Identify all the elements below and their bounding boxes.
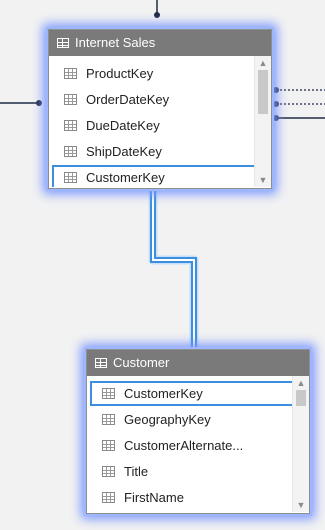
field-label: CustomerKey [86,169,165,185]
top-connector-dot [154,12,160,18]
field-label: ProductKey [86,65,154,81]
relationship-line-outer [150,190,197,348]
field-label: GeographyKey [124,411,211,427]
field-row-selected[interactable]: CustomerKey [49,164,271,187]
relationship-line-glow [148,190,199,348]
right-connector-dot-1 [273,87,279,93]
right-connector-dot-2 [273,101,279,107]
column-icon [102,465,115,477]
table-icon [57,38,69,48]
table-internet-sales-scrollbar[interactable]: ▲ ▼ [254,56,271,187]
field-label: Title [124,463,149,479]
column-icon [102,413,115,425]
field-row[interactable]: DueDateKey [49,112,271,138]
table-internet-sales[interactable]: Internet Sales ProductKey OrderDateKey D… [48,29,272,189]
right-connector-dot-3 [273,115,279,121]
table-internet-sales-title: Internet Sales [75,35,156,50]
field-label: CustomerKey [124,385,203,401]
table-customer-scrollbar[interactable]: ▲ ▼ [292,376,309,512]
table-customer[interactable]: Customer CustomerKey GeographyKey Custom… [86,349,310,514]
table-customer-title: Customer [113,355,170,370]
field-label: FirstName [124,489,184,505]
column-icon [64,93,77,105]
field-row[interactable]: OrderDateKey [49,86,271,112]
field-row[interactable]: ShipDateKey [49,138,271,164]
table-customer-header[interactable]: Customer [87,350,309,376]
diagram-canvas: Internet Sales ProductKey OrderDateKey D… [0,0,325,530]
field-row[interactable]: Title [87,458,309,484]
relationship-line-inner [152,190,195,348]
left-connector-dot [36,100,42,106]
field-label: OrderDateKey [86,91,170,107]
scrollbar-thumb[interactable] [296,390,306,406]
column-icon [64,145,77,157]
field-label: CustomerAlternate... [124,437,244,453]
column-icon [64,171,77,183]
column-icon [102,387,115,399]
table-icon [95,358,107,368]
table-customer-body: CustomerKey GeographyKey CustomerAlterna… [87,376,309,512]
scrollbar-thumb[interactable] [258,70,268,114]
field-row[interactable]: ProductKey [49,60,271,86]
chevron-up-icon[interactable]: ▲ [255,56,271,70]
field-label: DueDateKey [86,117,160,133]
chevron-down-icon[interactable]: ▼ [255,173,271,187]
chevron-up-icon[interactable]: ▲ [293,376,309,390]
field-row[interactable]: GeographyKey [87,406,309,432]
field-row[interactable]: CustomerAlternate... [87,432,309,458]
column-icon [102,439,115,451]
field-row-selected[interactable]: CustomerKey [87,380,309,406]
chevron-down-icon[interactable]: ▼ [293,498,309,512]
column-icon [64,119,77,131]
table-internet-sales-header[interactable]: Internet Sales [49,30,271,56]
field-row[interactable]: FirstName [87,484,309,510]
column-icon [102,491,115,503]
field-label: ShipDateKey [86,143,162,159]
column-icon [64,67,77,79]
table-internet-sales-body: ProductKey OrderDateKey DueDateKey ShipD… [49,56,271,187]
